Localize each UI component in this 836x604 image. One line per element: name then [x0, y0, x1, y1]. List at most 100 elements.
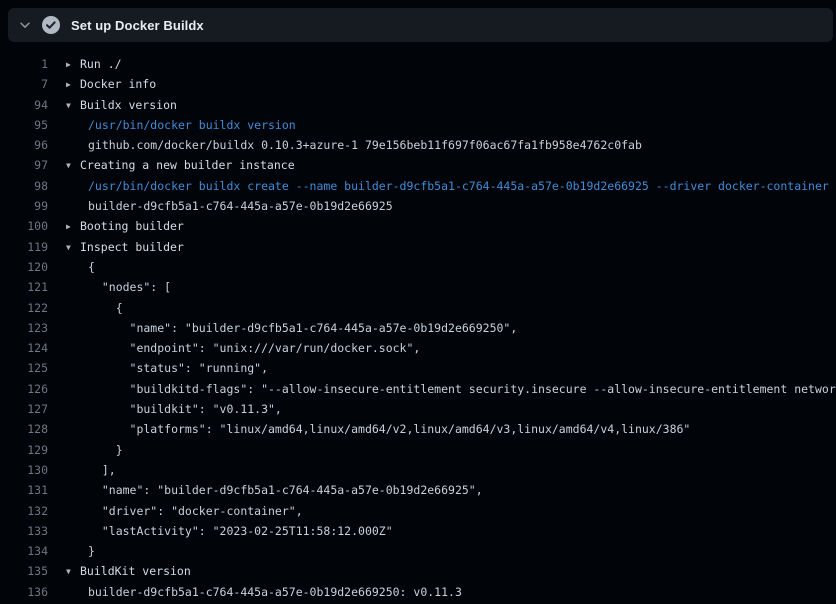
line-text: "endpoint": "unix:///var/run/docker.sock… [88, 341, 420, 355]
log-group-header[interactable]: ▶Run ./ [48, 54, 836, 74]
line-text: /usr/bin/docker buildx version [88, 118, 296, 132]
log-group-header[interactable]: ▼Buildx version [48, 95, 836, 115]
log-line: 132 "driver": "docker-container", [0, 501, 836, 521]
log-line: 98/usr/bin/docker buildx create --name b… [0, 176, 836, 196]
log-line: 126 "buildkitd-flags": "--allow-insecure… [0, 379, 836, 399]
log-text: } [48, 541, 836, 561]
log-text: "name": "builder-d9cfb5a1-c764-445a-a57e… [48, 480, 836, 500]
line-number[interactable]: 121 [0, 277, 48, 297]
line-number[interactable]: 126 [0, 379, 48, 399]
line-number[interactable]: 98 [0, 176, 48, 196]
log-line: 123 "name": "builder-d9cfb5a1-c764-445a-… [0, 318, 836, 338]
line-number[interactable]: 119 [0, 237, 48, 257]
line-number[interactable]: 94 [0, 95, 48, 115]
line-number[interactable]: 131 [0, 480, 48, 500]
triangle-down-icon[interactable]: ▼ [66, 238, 80, 257]
log-line: 119▼Inspect builder [0, 237, 836, 257]
line-number[interactable]: 122 [0, 298, 48, 318]
log-text: { [48, 298, 836, 318]
line-number[interactable]: 130 [0, 460, 48, 480]
line-number[interactable]: 100 [0, 216, 48, 236]
log-line: 131 "name": "builder-d9cfb5a1-c764-445a-… [0, 480, 836, 500]
log-line: 122 { [0, 298, 836, 318]
line-text: BuildKit version [80, 564, 191, 578]
line-text: "nodes": [ [88, 280, 171, 294]
line-number[interactable]: 125 [0, 358, 48, 378]
log-text: "buildkit": "v0.11.3", [48, 399, 836, 419]
log-group-header[interactable]: ▶Booting builder [48, 216, 836, 236]
log-text: } [48, 440, 836, 460]
log-group-header[interactable]: ▼Inspect builder [48, 237, 836, 257]
line-number[interactable]: 97 [0, 155, 48, 175]
line-number[interactable]: 123 [0, 318, 48, 338]
line-text: "name": "builder-d9cfb5a1-c764-445a-a57e… [88, 321, 517, 335]
triangle-right-icon[interactable]: ▶ [66, 55, 80, 74]
line-text: Creating a new builder instance [80, 158, 295, 172]
log-line: 96 github.com/docker/buildx 0.10.3+azure-… [0, 135, 836, 155]
line-number[interactable]: 7 [0, 74, 48, 94]
line-number[interactable]: 129 [0, 440, 48, 460]
log-line: 100▶Booting builder [0, 216, 836, 236]
log-line: 7▶Docker info [0, 74, 836, 94]
line-number[interactable]: 135 [0, 561, 48, 581]
log-text: ], [48, 460, 836, 480]
log-line: 94▼Buildx version [0, 95, 836, 115]
line-number[interactable]: 96 [0, 135, 48, 155]
line-text: } [88, 443, 123, 457]
line-number[interactable]: 1 [0, 54, 48, 74]
line-number[interactable]: 128 [0, 419, 48, 439]
log-line: 1▶Run ./ [0, 54, 836, 74]
line-number[interactable]: 136 [0, 582, 48, 602]
triangle-right-icon[interactable]: ▶ [66, 75, 80, 94]
log-line: 99 builder-d9cfb5a1-c764-445a-a57e-0b19d2… [0, 196, 836, 216]
log-text: "endpoint": "unix:///var/run/docker.sock… [48, 338, 836, 358]
log-text: "driver": "docker-container", [48, 501, 836, 521]
line-text: Docker info [80, 77, 156, 91]
step-header[interactable]: Set up Docker Buildx [8, 8, 833, 42]
line-text: Booting builder [80, 219, 184, 233]
line-number[interactable]: 132 [0, 501, 48, 521]
log-line: 133 "lastActivity": "2023-02-25T11:58:12… [0, 521, 836, 541]
log-line: 124 "endpoint": "unix:///var/run/docker.… [0, 338, 836, 358]
workflow-log-viewer: Set up Docker Buildx 1▶Run ./7▶Docker in… [0, 8, 836, 604]
log-group-header[interactable]: ▼Creating a new builder instance [48, 155, 836, 175]
log-group-header[interactable]: ▼BuildKit version [48, 561, 836, 581]
line-number[interactable]: 95 [0, 115, 48, 135]
line-number[interactable]: 134 [0, 541, 48, 561]
log-text: "buildkitd-flags": "--allow-insecure-ent… [48, 379, 836, 399]
log-line: 97▼Creating a new builder instance [0, 155, 836, 175]
line-text: } [88, 544, 95, 558]
check-circle-icon [42, 16, 60, 34]
log-line: 129 } [0, 440, 836, 460]
line-text: "lastActivity": "2023-02-25T11:58:12.000… [88, 524, 393, 538]
line-number[interactable]: 99 [0, 196, 48, 216]
triangle-down-icon[interactable]: ▼ [66, 156, 80, 175]
log-text: github.com/docker/buildx 0.10.3+azure-1 … [48, 135, 836, 155]
line-text: /usr/bin/docker buildx create --name bui… [88, 179, 829, 193]
log-line: 121 "nodes": [ [0, 277, 836, 297]
line-text: { [88, 260, 95, 274]
line-text: Buildx version [80, 98, 177, 112]
step-title: Set up Docker Buildx [71, 18, 204, 33]
line-text: github.com/docker/buildx 0.10.3+azure-1 … [88, 138, 642, 152]
log-line: 128 "platforms": "linux/amd64,linux/amd6… [0, 419, 836, 439]
log-text: /usr/bin/docker buildx version [48, 115, 836, 135]
line-number[interactable]: 124 [0, 338, 48, 358]
line-number[interactable]: 120 [0, 257, 48, 277]
log-text: "name": "builder-d9cfb5a1-c764-445a-a57e… [48, 318, 836, 338]
line-text: "platforms": "linux/amd64,linux/amd64/v2… [88, 422, 690, 436]
triangle-right-icon[interactable]: ▶ [66, 217, 80, 236]
log-line: 95/usr/bin/docker buildx version [0, 115, 836, 135]
line-number[interactable]: 127 [0, 399, 48, 419]
line-text: builder-d9cfb5a1-c764-445a-a57e-0b19d2e6… [88, 199, 393, 213]
triangle-down-icon[interactable]: ▼ [66, 562, 80, 581]
log-text: "nodes": [ [48, 277, 836, 297]
chevron-down-icon[interactable] [18, 18, 32, 32]
triangle-down-icon[interactable]: ▼ [66, 96, 80, 115]
line-text: "name": "builder-d9cfb5a1-c764-445a-a57e… [88, 483, 483, 497]
log-text: { [48, 257, 836, 277]
log-text: "lastActivity": "2023-02-25T11:58:12.000… [48, 521, 836, 541]
line-text: "status": "running", [88, 361, 268, 375]
line-number[interactable]: 133 [0, 521, 48, 541]
log-group-header[interactable]: ▶Docker info [48, 74, 836, 94]
